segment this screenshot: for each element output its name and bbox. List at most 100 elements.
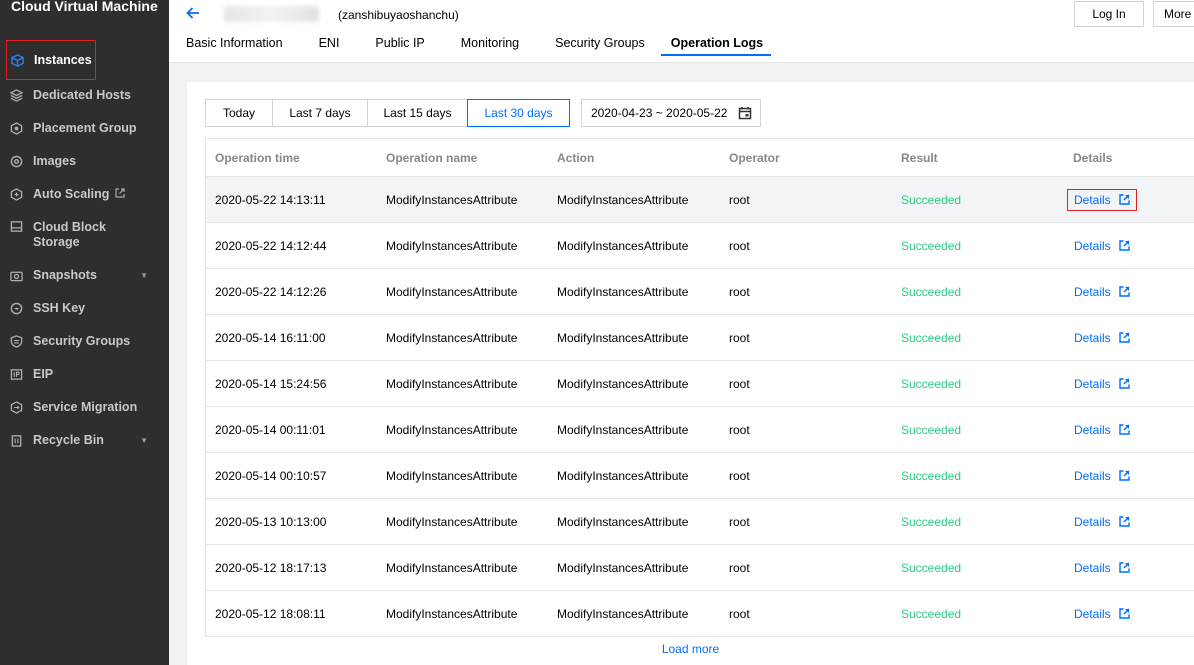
login-button[interactable]: Log In: [1074, 1, 1144, 27]
cell-action: ModifyInstancesAttribute: [557, 330, 689, 345]
cell-operator: root: [729, 606, 750, 621]
details-link[interactable]: Details: [1067, 511, 1137, 533]
external-link-icon: [1115, 424, 1130, 435]
column-operation-name: Operation name: [386, 150, 478, 165]
cell-operation-name: ModifyInstancesAttribute: [386, 330, 518, 345]
table-row: 2020-05-14 00:11:01 ModifyInstancesAttrib…: [206, 407, 1194, 453]
column-details: Details: [1073, 150, 1113, 165]
ip-icon: [9, 367, 23, 381]
details-link-label: Details: [1074, 376, 1111, 391]
range-today-button[interactable]: Today: [205, 99, 273, 127]
sidebar-item-images[interactable]: Images: [6, 145, 166, 177]
details-link-label: Details: [1074, 284, 1111, 299]
column-action: Action: [557, 150, 595, 165]
table-row: 2020-05-22 14:13:11 ModifyInstancesAttrib…: [206, 177, 1194, 223]
tab-monitoring[interactable]: Monitoring: [461, 36, 519, 56]
range-15-days-button[interactable]: Last 15 days: [367, 99, 468, 127]
more-button[interactable]: More: [1153, 1, 1194, 27]
details-link-label: Details: [1074, 468, 1111, 483]
details-link[interactable]: Details: [1067, 188, 1137, 211]
detail-tabs: Basic Information ENI Public IP Monitori…: [186, 36, 807, 56]
details-link[interactable]: Details: [1067, 281, 1137, 303]
details-link-label: Details: [1074, 330, 1111, 345]
cell-action: ModifyInstancesAttribute: [557, 468, 689, 483]
cell-operation-time: 2020-05-22 14:13:11: [215, 192, 326, 207]
cell-details: Details: [1064, 188, 1194, 211]
details-link[interactable]: Details: [1067, 327, 1137, 349]
cell-details: Details: [1064, 603, 1194, 625]
external-link-icon: [1115, 286, 1130, 297]
cell-details: Details: [1064, 511, 1194, 533]
calendar-icon: [738, 106, 752, 123]
date-range-picker[interactable]: 2020-04-23 ~ 2020-05-22: [581, 99, 761, 127]
tab-public-ip[interactable]: Public IP: [375, 36, 424, 56]
cell-operation-name: ModifyInstancesAttribute: [386, 514, 518, 529]
sidebar-item-recycle-bin[interactable]: Recycle Bin ▼: [6, 424, 166, 456]
migration-icon: [9, 400, 23, 414]
sidebar-item-label: Service Migration: [33, 400, 138, 414]
tab-security-groups[interactable]: Security Groups: [555, 36, 645, 56]
cell-operator: root: [729, 238, 750, 253]
cell-details: Details: [1064, 281, 1194, 303]
external-link-icon: [1115, 194, 1130, 205]
table-row: 2020-05-22 14:12:44 ModifyInstancesAttrib…: [206, 223, 1194, 269]
cell-operator: root: [729, 330, 750, 345]
table-row: 2020-05-12 18:08:11 ModifyInstancesAttrib…: [206, 591, 1194, 637]
cell-operator: root: [729, 376, 750, 391]
back-arrow-icon[interactable]: [186, 4, 200, 25]
details-link[interactable]: Details: [1067, 419, 1137, 441]
sidebar-item-label: Recycle Bin: [33, 433, 104, 447]
layers-icon: [9, 88, 23, 102]
range-7-days-button[interactable]: Last 7 days: [272, 99, 368, 127]
sidebar-item-auto-scaling[interactable]: Auto Scaling: [6, 178, 166, 210]
cell-operator: root: [729, 284, 750, 299]
operation-logs-panel: Today Last 7 days Last 15 days Last 30 d…: [187, 82, 1194, 665]
cell-result: Succeeded: [901, 422, 962, 437]
sidebar-item-label: Snapshots: [33, 268, 97, 282]
details-link[interactable]: Details: [1067, 603, 1137, 625]
sidebar-item-snapshots[interactable]: Snapshots ▼: [6, 259, 166, 291]
sidebar-item-cloud-block-storage[interactable]: Cloud Block Storage: [6, 215, 166, 255]
sidebar-item-label: Instances: [34, 53, 92, 67]
sidebar-item-instances[interactable]: Instances: [6, 40, 96, 80]
cell-result: Succeeded: [901, 284, 962, 299]
tab-operation-logs[interactable]: Operation Logs: [660, 36, 772, 56]
tab-eni[interactable]: ENI: [319, 36, 340, 56]
cell-action: ModifyInstancesAttribute: [557, 376, 689, 391]
tab-basic-information[interactable]: Basic Information: [186, 36, 283, 56]
cell-operation-name: ModifyInstancesAttribute: [386, 284, 518, 299]
external-link-icon: [1115, 332, 1130, 343]
instance-name: (zanshibuyaoshanchu): [338, 8, 459, 22]
external-link-icon: [1115, 608, 1130, 619]
cell-operator: root: [729, 468, 750, 483]
range-30-days-button[interactable]: Last 30 days: [467, 99, 570, 127]
cell-result: Succeeded: [901, 514, 962, 529]
table-row: 2020-05-14 15:24:56 ModifyInstancesAttrib…: [206, 361, 1194, 407]
details-link[interactable]: Details: [1067, 235, 1137, 257]
sidebar-item-label: Auto Scaling: [33, 187, 110, 201]
cell-result: Succeeded: [901, 376, 962, 391]
cell-operation-time: 2020-05-13 10:13:00: [215, 514, 327, 529]
table-body: 2020-05-22 14:13:11 ModifyInstancesAttrib…: [206, 177, 1194, 637]
shield-icon: [9, 334, 23, 348]
details-link[interactable]: Details: [1067, 373, 1137, 395]
external-link-icon: [115, 187, 126, 201]
details-link[interactable]: Details: [1067, 465, 1137, 487]
sidebar-item-dedicated-hosts[interactable]: Dedicated Hosts: [6, 79, 166, 111]
details-link-label: Details: [1074, 192, 1111, 207]
sidebar-item-eip[interactable]: EIP: [6, 358, 166, 390]
sidebar-item-ssh-key[interactable]: SSH Key: [6, 292, 166, 324]
table-row: 2020-05-13 10:13:00 ModifyInstancesAttrib…: [206, 499, 1194, 545]
sidebar-item-security-groups[interactable]: Security Groups: [6, 325, 166, 357]
load-more-link[interactable]: Load more: [187, 642, 1194, 656]
cell-details: Details: [1064, 235, 1194, 257]
external-link-icon: [1115, 378, 1130, 389]
sidebar: Cloud Virtual Machine Instances Dedicate…: [0, 0, 169, 665]
sidebar-item-placement-group[interactable]: Placement Group: [6, 112, 166, 144]
sidebar-item-service-migration[interactable]: Service Migration: [6, 391, 166, 423]
cell-operation-time: 2020-05-14 16:11:00: [215, 330, 326, 345]
details-link[interactable]: Details: [1067, 557, 1137, 579]
cell-details: Details: [1064, 465, 1194, 487]
column-operator: Operator: [729, 150, 780, 165]
sidebar-item-label: Dedicated Hosts: [33, 88, 131, 102]
